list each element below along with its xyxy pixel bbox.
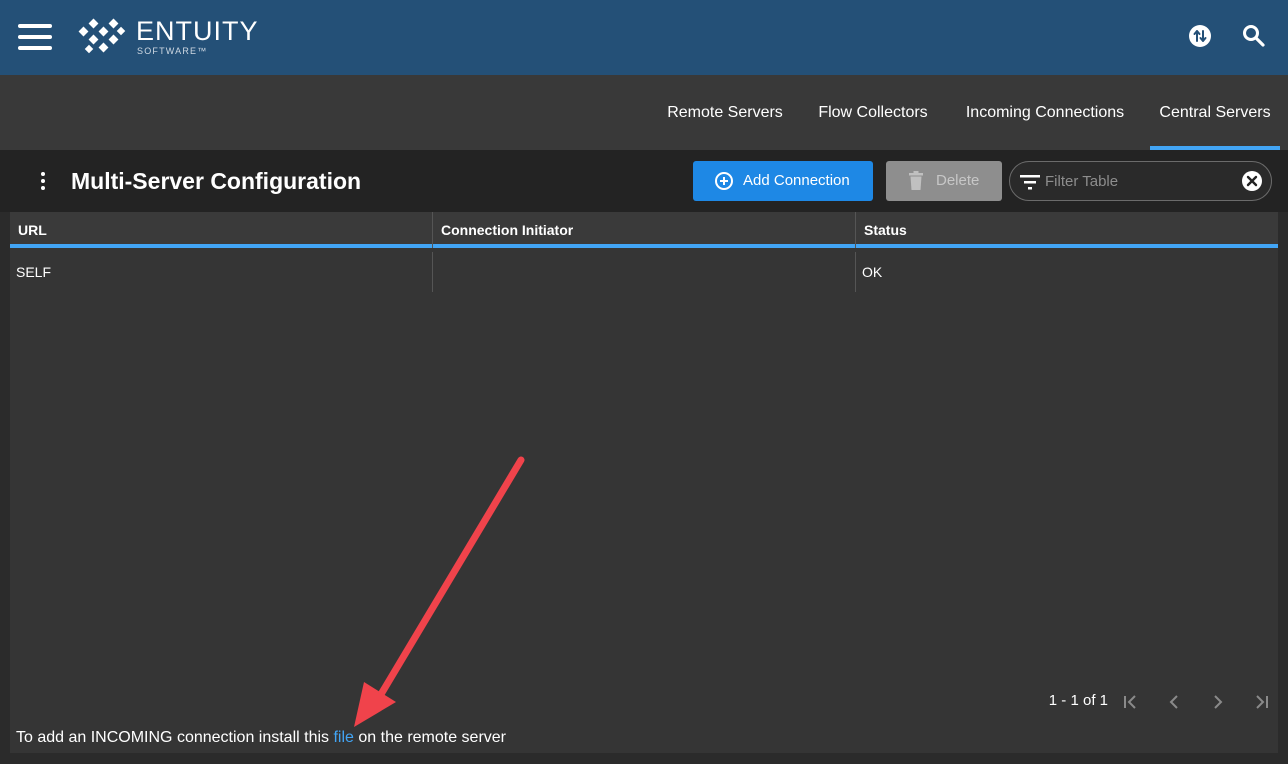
previous-page-icon[interactable] <box>1162 690 1186 714</box>
sync-arrows-icon[interactable] <box>1186 22 1214 50</box>
column-header-status[interactable]: Status <box>855 212 1278 248</box>
footer-text-after: on the remote server <box>353 729 507 746</box>
add-circle-icon <box>715 172 733 190</box>
first-page-icon[interactable] <box>1118 690 1142 714</box>
install-file-link[interactable]: file <box>333 729 353 746</box>
page-title: Multi-Server Configuration <box>71 168 362 194</box>
cell-url: SELF <box>16 264 52 280</box>
footer-instruction: To add an INCOMING connection install th… <box>16 729 506 747</box>
delete-label: Delete <box>936 172 980 189</box>
next-page-icon[interactable] <box>1206 690 1230 714</box>
connections-table: URL Connection Initiator Status SELF OK … <box>10 212 1278 753</box>
table-row[interactable]: SELF OK <box>10 252 1278 292</box>
hamburger-menu-icon[interactable] <box>18 24 52 50</box>
pagination: 1 - 1 of 1 <box>1002 690 1268 714</box>
cell-status: OK <box>855 252 1278 292</box>
cell-connection-initiator <box>432 252 855 292</box>
add-connection-button[interactable]: Add Connection <box>693 161 873 201</box>
footer-text-before: To add an INCOMING connection install th… <box>16 729 334 746</box>
last-page-icon[interactable] <box>1250 690 1274 714</box>
tab-incoming-connections[interactable]: Incoming Connections <box>955 75 1135 150</box>
brand-name: ENTUITY <box>136 16 259 46</box>
tab-remote-servers[interactable]: Remote Servers <box>660 75 790 150</box>
entuity-logo-mark-icon <box>78 18 126 54</box>
search-icon[interactable] <box>1240 22 1268 50</box>
tab-central-servers[interactable]: Central Servers <box>1150 75 1280 150</box>
trash-icon <box>909 171 923 190</box>
delete-button[interactable]: Delete <box>886 161 1002 201</box>
brand-subtitle: SOFTWARE™ <box>137 46 208 56</box>
add-connection-label: Add Connection <box>743 172 850 189</box>
pagination-range: 1 - 1 of 1 <box>1048 692 1108 709</box>
tab-flow-collectors[interactable]: Flow Collectors <box>808 75 938 150</box>
clear-filter-icon[interactable] <box>1241 170 1263 192</box>
column-header-url[interactable]: URL <box>10 212 432 248</box>
table-header: URL Connection Initiator Status <box>10 212 1278 248</box>
top-bar: ENTUITY SOFTWARE™ <box>0 0 1288 75</box>
more-options-icon[interactable] <box>37 172 49 192</box>
column-header-connection-initiator[interactable]: Connection Initiator <box>432 212 855 248</box>
tab-bar: Remote Servers Flow Collectors Incoming … <box>0 75 1288 150</box>
panel-header: Multi-Server Configuration Add Connectio… <box>0 150 1288 212</box>
filter-icon <box>1020 175 1040 190</box>
filter-table-field <box>1009 161 1272 201</box>
filter-table-input[interactable] <box>1045 170 1235 192</box>
